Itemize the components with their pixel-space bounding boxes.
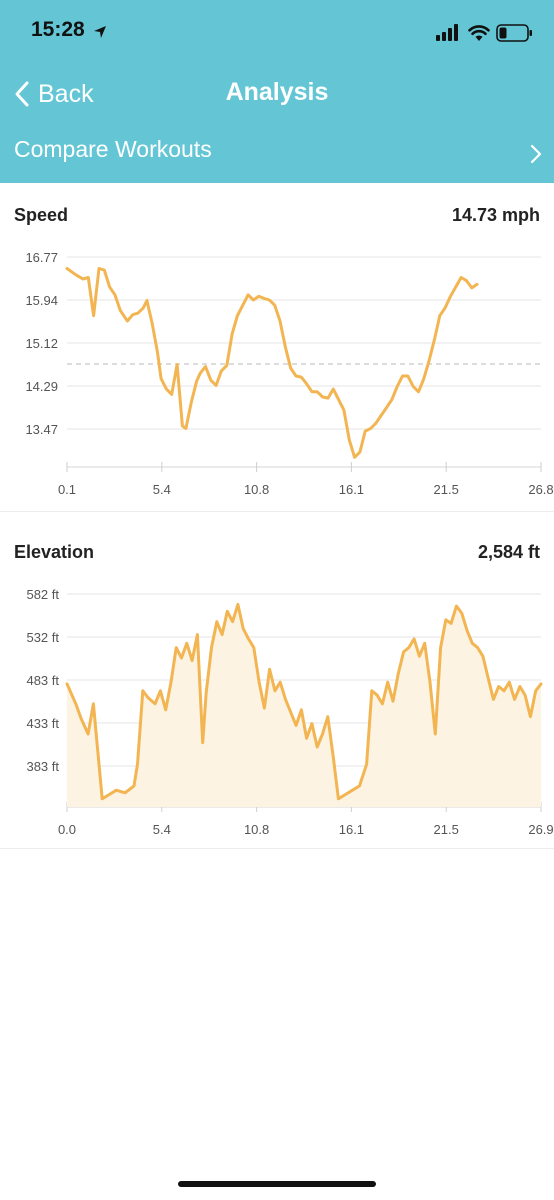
speed-x-tick-label: 16.1 — [339, 482, 364, 497]
speed-x-tick-label: 26.8 — [528, 482, 553, 497]
elevation-section: Elevation 2,584 ft 582 ft 532 ft 483 ft 433… — [0, 512, 554, 849]
wifi-icon — [468, 25, 490, 41]
elevation-x-tick-label: 5.4 — [153, 822, 171, 837]
cellular-signal-icon — [436, 24, 458, 41]
speed-x-tick-label: 0.1 — [58, 482, 76, 497]
elevation-y-tick-label: 483 ft — [26, 673, 59, 688]
home-indicator — [178, 1181, 376, 1187]
elevation-y-tick-label: 582 ft — [26, 587, 59, 602]
speed-y-tick-label: 15.12 — [25, 336, 58, 351]
elevation-y-tick-label: 383 ft — [26, 759, 59, 774]
elevation-chart: 582 ft 532 ft 483 ft 433 ft 383 ft 0.0 5.4 10.8… — [26, 587, 553, 837]
speed-x-tick-label: 5.4 — [153, 482, 171, 497]
elevation-x-tick-label: 10.8 — [244, 822, 269, 837]
location-arrow-icon — [94, 26, 106, 38]
speed-section: Speed 14.73 mph 16.77 15.94 15.12 14.29 13.4… — [0, 183, 554, 512]
chevron-right-icon — [530, 144, 542, 164]
speed-y-tick-label: 14.29 — [25, 379, 58, 394]
speed-x-tick-label: 21.5 — [434, 482, 459, 497]
speed-x-tick-label: 10.8 — [244, 482, 269, 497]
elevation-x-tick-label: 26.9 — [528, 822, 553, 837]
compare-workouts-label: Compare Workouts — [14, 136, 212, 162]
status-time: 15:28 — [31, 18, 85, 41]
page-title: Analysis — [225, 78, 329, 106]
battery-icon — [496, 24, 532, 42]
elevation-x-tick-label: 21.5 — [434, 822, 459, 837]
speed-y-tick-label: 15.94 — [25, 293, 58, 308]
speed-y-tick-label: 16.77 — [25, 250, 58, 265]
elevation-y-tick-label: 433 ft — [26, 716, 59, 731]
header: 15:28 Back Analysis Compare Workouts — [0, 0, 554, 183]
compare-workouts-button[interactable]: Compare Workouts — [0, 128, 554, 176]
speed-y-tick-label: 13.47 — [25, 422, 58, 437]
speed-chart: 16.77 15.94 15.12 14.29 13.47 0.1 5.4 10.8 16.1 2… — [25, 250, 553, 497]
elevation-x-tick-label: 0.0 — [58, 822, 76, 837]
elevation-y-tick-label: 532 ft — [26, 630, 59, 645]
elevation-x-tick-label: 16.1 — [339, 822, 364, 837]
